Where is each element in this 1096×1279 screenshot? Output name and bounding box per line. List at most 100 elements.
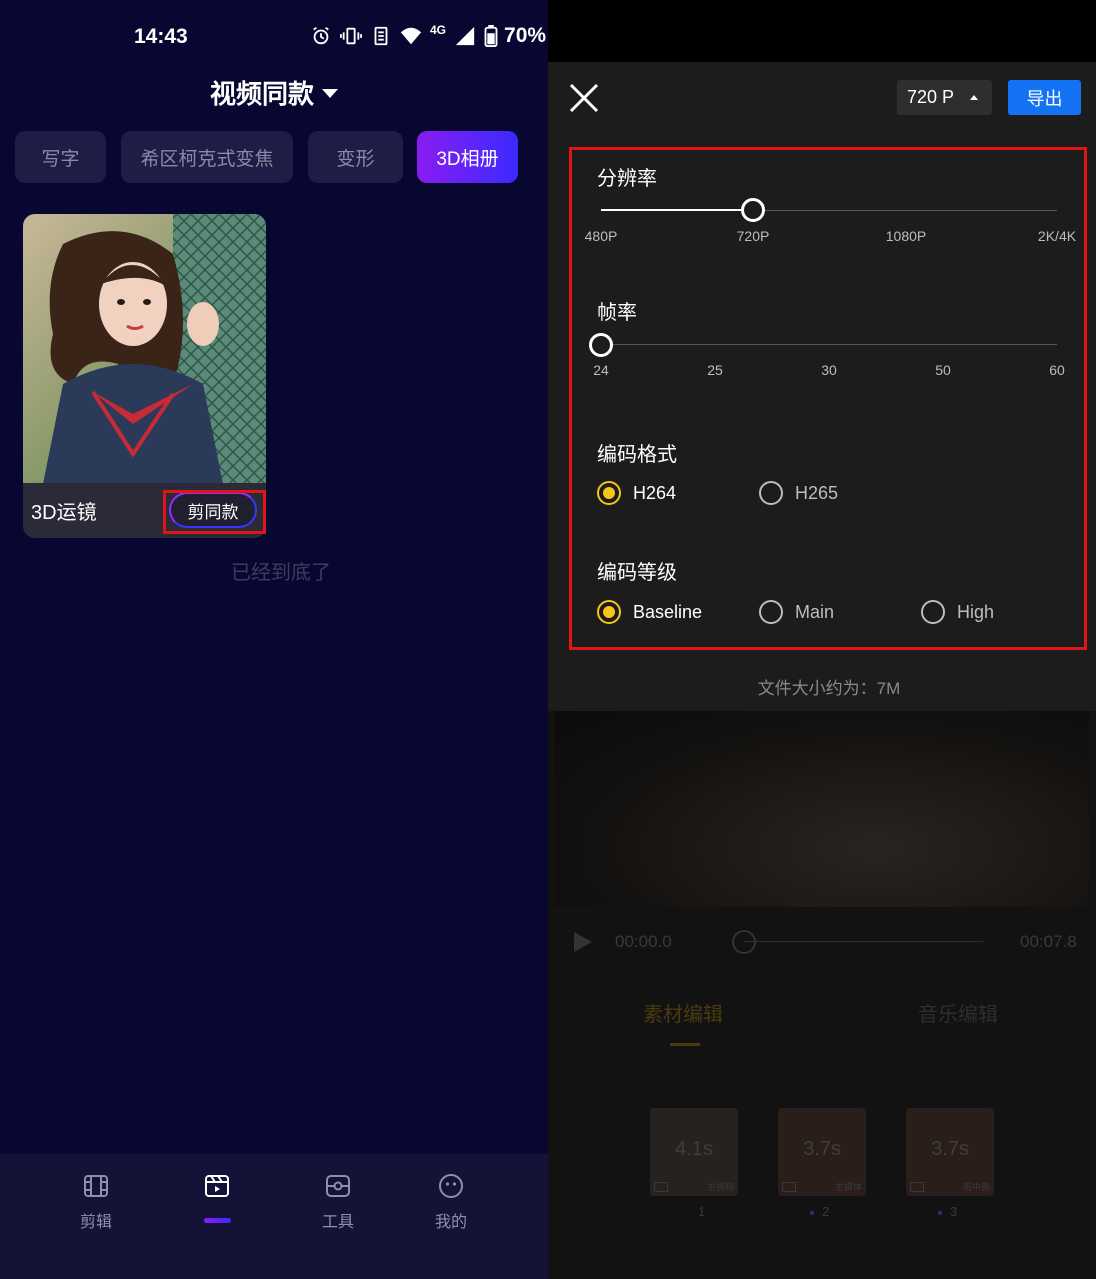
image-icon (782, 1182, 796, 1192)
nav-label-tools: 工具 (321, 1214, 354, 1231)
profile-label: 编码等级 (597, 562, 677, 584)
profile-option-label: High (957, 601, 995, 622)
nav-label-me: 我的 (434, 1214, 467, 1231)
clip-caption: 画中画 (962, 1182, 990, 1192)
nav-item-me[interactable]: 我的 (411, 1172, 491, 1232)
caret-down-icon (322, 88, 338, 98)
radio-unselected-icon (759, 481, 783, 505)
status-time: 14:43 (134, 25, 188, 48)
template-thumbnail (23, 214, 266, 484)
clip-index-row: 3 (938, 1204, 957, 1219)
clip-caption: 主视频 (706, 1182, 734, 1192)
video-preview (555, 711, 1089, 907)
framerate-label: 帧率 (597, 302, 637, 324)
chip-transform[interactable]: 变形 (308, 131, 403, 183)
playback-track[interactable] (743, 941, 983, 942)
codec-label: 编码格式 (597, 444, 677, 466)
profile-option-main[interactable]: Main (759, 600, 834, 624)
radio-selected-icon (597, 481, 621, 505)
template-icon (205, 1175, 229, 1197)
nav-item-edit[interactable]: 剪辑 (56, 1172, 136, 1232)
caret-up-icon (970, 95, 979, 100)
total-time: 00:07.8 (1020, 932, 1077, 951)
codec-option-label: H264 (633, 482, 677, 503)
resolution-tick: 2K/4K (1037, 228, 1077, 244)
bottom-nav: 剪辑 工具 我的 (0, 1154, 548, 1279)
toolbox-icon (326, 1175, 350, 1197)
nav-active-indicator (204, 1218, 231, 1223)
resolution-tick: 480P (584, 228, 618, 244)
profile-option-baseline[interactable]: Baseline (597, 600, 702, 624)
tab-active-indicator (670, 1043, 700, 1046)
wifi-icon (400, 27, 422, 45)
network-type: 4G (430, 23, 447, 37)
signal-icon (455, 26, 475, 46)
highlight-box (163, 490, 266, 534)
resolution-slider-fill (601, 209, 753, 211)
film-icon (84, 1175, 108, 1197)
image-icon (910, 1182, 924, 1192)
export-settings-pane: 720 P 导出 分辨率 480P 720P 1080P 2K/4K 帧率 24… (548, 0, 1096, 1279)
clip-index: 2 (822, 1204, 830, 1219)
resolution-tick: 720P (736, 228, 770, 244)
clip-thumbnail[interactable]: 4.1s 主视频 (650, 1108, 738, 1196)
clip-caption: 主媒体 (834, 1182, 862, 1192)
vibrate-icon (340, 27, 362, 45)
tab-music-edit[interactable]: 音乐编辑 (918, 998, 998, 1027)
radio-selected-icon (597, 600, 621, 624)
chip-dolly-zoom[interactable]: 希区柯克式变焦 (121, 131, 293, 183)
resolution-select-value: 720 P (907, 87, 955, 107)
clip-duration: 3.7s (931, 1138, 969, 1160)
battery-percent: 70% (504, 24, 547, 47)
clip-thumbnail[interactable]: 3.7s 画中画 (906, 1108, 994, 1196)
file-size-estimate: 文件大小约为：7M (757, 679, 901, 698)
playback-thumb[interactable] (732, 930, 756, 954)
close-icon[interactable] (568, 82, 600, 114)
framerate-slider-thumb[interactable] (589, 333, 613, 357)
resolution-slider-thumb[interactable] (741, 198, 765, 222)
radio-unselected-icon (921, 600, 945, 624)
template-title: 3D运镜 (31, 502, 97, 524)
alarm-icon (313, 26, 329, 45)
framerate-slider-track[interactable] (601, 344, 1057, 345)
play-icon[interactable] (572, 930, 594, 954)
clip-index: 1 (698, 1204, 706, 1219)
profile-option-label: Main (795, 601, 835, 622)
status-icons: 4G 70% (310, 23, 547, 48)
export-button[interactable]: 导出 (1008, 80, 1081, 115)
image-icon (654, 1182, 668, 1192)
battery-icon (484, 25, 498, 47)
page-title-dropdown[interactable]: 视频同款 (0, 74, 548, 111)
template-browser-pane: 14:43 4G 70% 视频同款 写字 希区柯克式变焦 变形 3D相册 3D运… (0, 0, 548, 1279)
framerate-tick: 30 (821, 362, 837, 378)
clip-duration: 3.7s (803, 1138, 841, 1160)
chip-3d-album[interactable]: 3D相册 (417, 131, 518, 183)
codec-option-h265[interactable]: H265 (759, 481, 838, 505)
resolution-select[interactable]: 720 P (897, 80, 992, 115)
nav-item-templates[interactable] (177, 1172, 257, 1208)
clip-index: 3 (950, 1204, 958, 1219)
profile-option-high[interactable]: High (921, 600, 994, 624)
framerate-tick: 24 (593, 362, 609, 378)
codec-option-h264[interactable]: H264 (597, 481, 676, 505)
chip-write[interactable]: 写字 (15, 131, 106, 183)
current-time: 00:00.0 (615, 932, 672, 951)
status-bar: 14:43 4G 70% (0, 0, 548, 75)
nav-label-edit: 剪辑 (79, 1214, 112, 1231)
nav-item-tools[interactable]: 工具 (298, 1172, 378, 1232)
page-title: 视频同款 (209, 79, 314, 109)
profile-option-label: Baseline (633, 601, 703, 622)
clip-thumbnail[interactable]: 3.7s 主媒体 (778, 1108, 866, 1196)
nfc-icon (374, 26, 388, 46)
framerate-tick: 25 (707, 362, 723, 378)
tab-material-edit[interactable]: 素材编辑 (643, 998, 723, 1027)
resolution-tick: 1080P (885, 228, 927, 244)
dot-icon (938, 1210, 942, 1215)
dot-icon (810, 1210, 814, 1215)
codec-option-label: H265 (795, 482, 839, 503)
clip-duration: 4.1s (675, 1138, 713, 1160)
resolution-label: 分辨率 (597, 168, 657, 190)
radio-unselected-icon (759, 600, 783, 624)
clip-index-row: 2 (810, 1204, 829, 1219)
framerate-tick: 50 (935, 362, 951, 378)
